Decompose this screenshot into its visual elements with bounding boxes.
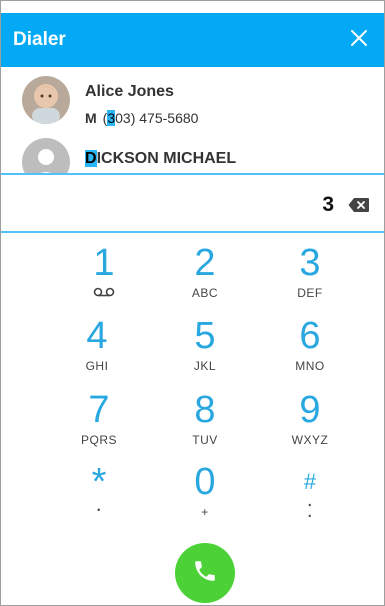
name-rest: ICKSON MICHAEL — [96, 150, 237, 167]
key-letters: JKL — [193, 359, 217, 373]
key-digit: 1 — [93, 242, 115, 284]
key-digit: 4 — [86, 315, 108, 357]
dialed-digits[interactable]: 3 — [322, 193, 334, 217]
key-digit: 7 — [88, 389, 110, 431]
call-button[interactable] — [175, 543, 235, 603]
dialed-number-bar: 3 — [1, 173, 384, 233]
dialer-window: Dialer Alice Jones M (303) 475-5680 DICK… — [0, 0, 385, 606]
key-digit: 2 — [194, 242, 216, 284]
contact-name: DICKSON MICHAEL — [85, 150, 236, 168]
key-letters: PQRS — [80, 433, 117, 447]
key-digit: # — [303, 469, 317, 494]
key-letters: WXYZ — [291, 433, 329, 447]
contact-suggestion-dickson[interactable]: DICKSON MICHAEL — [1, 133, 384, 173]
key-5[interactable]: 5 JKL — [165, 317, 245, 385]
key-letters: MNO — [295, 359, 325, 373]
phone-icon — [192, 558, 218, 589]
contact-phone: M (303) 475-5680 — [85, 110, 198, 126]
phone-match-highlight: 3 — [107, 110, 116, 126]
key-9[interactable]: 9 WXYZ — [270, 391, 350, 459]
backspace-icon[interactable] — [348, 197, 370, 213]
key-digit: 3 — [299, 242, 321, 284]
key-digit: 6 — [299, 315, 321, 357]
key-letters: ABC — [191, 286, 219, 300]
contact-name: Alice Jones — [85, 83, 174, 100]
key-1[interactable]: 1 — [64, 244, 144, 312]
key-digit: 9 — [299, 389, 321, 431]
key-letters: • — [97, 505, 101, 515]
key-3[interactable]: 3 DEF — [270, 244, 350, 312]
key-2[interactable]: 2 ABC — [165, 244, 245, 312]
key-letters: TUV — [192, 433, 218, 447]
key-hash[interactable]: # ⁚ — [270, 463, 350, 531]
dialer-title: Dialer — [13, 29, 66, 50]
phone-type-label: M — [85, 110, 97, 126]
key-letters: ⁚ — [306, 501, 314, 521]
contact-photo-avatar — [22, 76, 70, 124]
key-7[interactable]: 7 PQRS — [59, 391, 139, 459]
name-match-highlight: D — [85, 150, 97, 167]
key-digit: 5 — [194, 315, 216, 357]
dialer-header: Dialer — [1, 13, 384, 67]
key-digit: * — [91, 461, 107, 503]
voicemail-icon — [64, 286, 144, 300]
key-8[interactable]: 8 TUV — [165, 391, 245, 459]
phone-rest: 03) 475-5680 — [115, 110, 199, 126]
key-digit: 0 — [194, 461, 216, 503]
key-letters: + — [201, 505, 209, 519]
contact-suggestion-alice[interactable]: Alice Jones M (303) 475-5680 — [1, 71, 384, 133]
key-6[interactable]: 6 MNO — [270, 317, 350, 385]
key-letters: DEF — [297, 286, 323, 300]
default-avatar-icon — [22, 138, 70, 173]
close-icon[interactable] — [344, 23, 374, 53]
key-digit: 8 — [194, 389, 216, 431]
key-0[interactable]: 0 + — [165, 463, 245, 531]
key-star[interactable]: * • — [59, 463, 139, 531]
key-letters: GHI — [85, 359, 109, 373]
key-4[interactable]: 4 GHI — [57, 317, 137, 385]
